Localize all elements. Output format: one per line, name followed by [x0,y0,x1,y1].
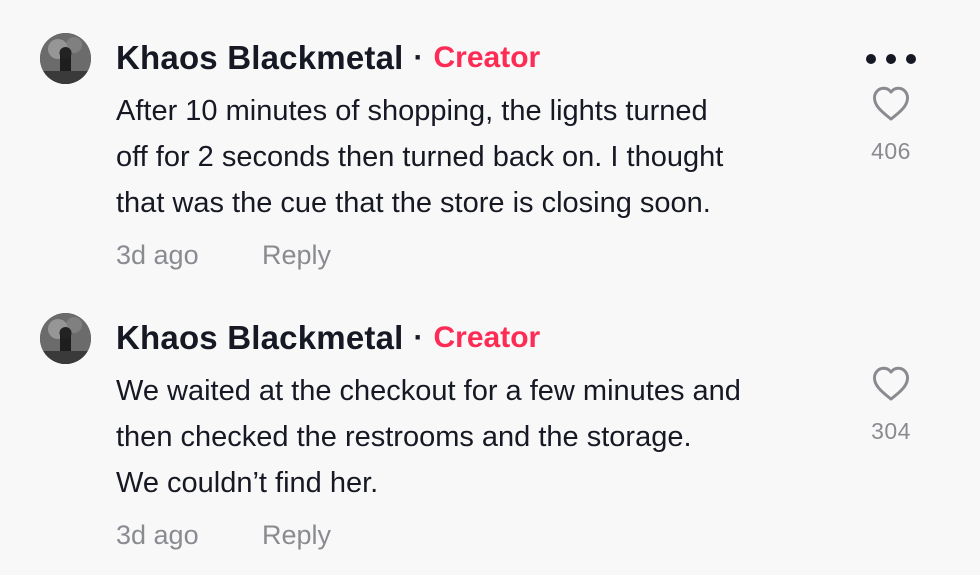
like-section: 304 [860,364,922,445]
heart-icon[interactable] [871,364,911,402]
avatar[interactable] [40,33,91,84]
like-section: 406 [860,84,922,165]
comment-text: We waited at the checkout for a few minu… [116,368,846,506]
more-options-icon[interactable] [866,48,916,70]
comment-timestamp: 3d ago [116,240,199,270]
comment-text-line: After 10 minutes of shopping, the lights… [116,95,708,127]
reply-button[interactable]: Reply [262,520,331,551]
avatar[interactable] [40,313,91,364]
comment-text-line: that was the cue that the store is closi… [116,187,711,219]
comment-text-line: off for 2 seconds then turned back on. I… [116,141,724,173]
comment-author[interactable]: Khaos Blackmetal [116,39,404,77]
comment-author[interactable]: Khaos Blackmetal [116,319,404,357]
comment-text-line: We couldn’t find her. [116,467,379,499]
comment-item: Khaos Blackmetal · Creator After 10 minu… [0,0,980,270]
comment-timestamp: 3d ago [116,520,199,550]
like-count: 304 [871,418,911,444]
creator-badge: Creator [433,321,541,354]
comment-item: Khaos Blackmetal · Creator We waited at … [0,280,980,550]
separator-dot: · [413,41,424,74]
comment-text: After 10 minutes of shopping, the lights… [116,88,846,226]
comment-meta: 3d ago Reply [116,240,331,271]
like-count: 406 [871,138,911,164]
comment-header: Khaos Blackmetal · Creator [116,316,540,360]
heart-icon[interactable] [871,84,911,122]
separator-dot: · [413,321,424,354]
comment-text-line: We waited at the checkout for a few minu… [116,375,741,407]
comment-meta: 3d ago Reply [116,520,331,551]
comment-header: Khaos Blackmetal · Creator [116,36,540,80]
reply-button[interactable]: Reply [262,240,331,271]
creator-badge: Creator [433,41,541,74]
comment-text-line: then checked the restrooms and the stora… [116,421,692,453]
